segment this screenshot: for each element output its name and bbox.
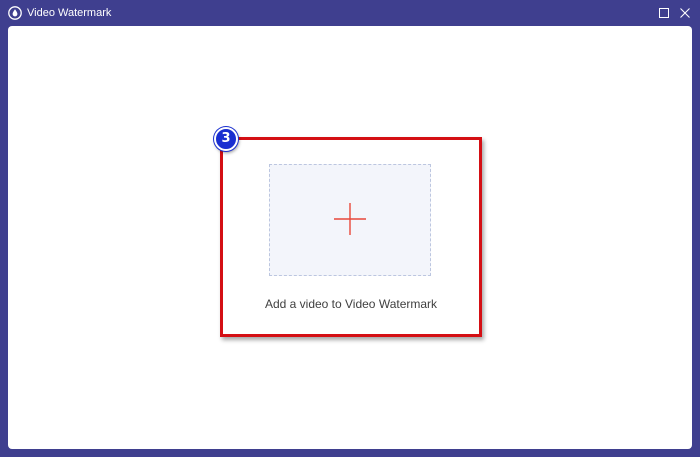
add-video-drop-zone[interactable] bbox=[269, 164, 431, 276]
plus-icon bbox=[334, 203, 366, 235]
close-icon[interactable] bbox=[678, 6, 692, 20]
title-bar: Video Watermark bbox=[0, 0, 700, 26]
watermark-drop-icon bbox=[8, 6, 22, 20]
add-video-label: Add a video to Video Watermark bbox=[264, 297, 438, 311]
maximize-icon[interactable] bbox=[657, 6, 671, 20]
step-badge: 3 bbox=[214, 127, 238, 151]
window-title: Video Watermark bbox=[27, 7, 112, 19]
